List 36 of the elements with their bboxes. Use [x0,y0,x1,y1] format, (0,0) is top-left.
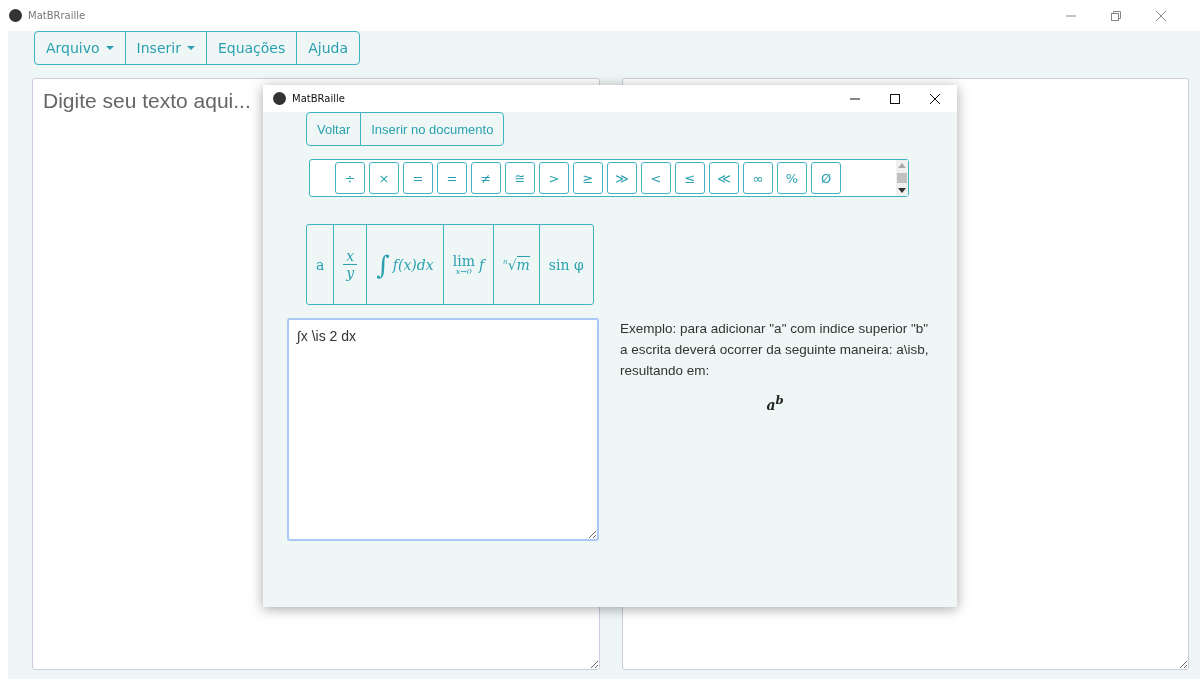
symbol-button[interactable]: ≠ [471,162,501,194]
formula-button[interactable]: sin φ [538,224,594,305]
example-text: Exemplo: para adicionar "a" com indice superior "b" a escrita deverá ocorrer da seguinte maneira: a\isb, resultando em: [620,320,930,380]
formula-button[interactable]: $^{n}$√m [493,224,540,305]
symbol-button[interactable]: < [641,162,671,194]
action-button[interactable]: Voltar [306,112,362,146]
symbol-button[interactable]: ∞ [743,162,773,194]
dialog-title: MatBRaille [292,93,345,104]
formula-button[interactable]: a [306,224,335,305]
maximize-icon[interactable] [889,92,901,105]
menu-button[interactable]: Arquivo [34,31,126,65]
example-result: a$^{b}$ [766,393,784,413]
symbol-button[interactable]: Ø [811,162,841,194]
app-logo-icon [9,9,22,22]
restore-icon[interactable] [1110,9,1122,22]
symbol-button[interactable]: % [777,162,807,194]
formula-button[interactable]: x y [333,224,368,305]
action-button[interactable]: Inserir no documento [360,112,505,146]
close-icon[interactable] [929,92,941,105]
symbol-button[interactable]: ≥ [573,162,603,194]
symbol-button[interactable]: × [369,162,399,194]
symbol-button[interactable]: ≅ [505,162,535,194]
symbol-button[interactable]: ≫ [607,162,637,194]
scrollbar[interactable] [896,160,908,196]
app-logo-icon [273,92,286,105]
symbol-button[interactable]: > [539,162,569,194]
menu-button[interactable]: Equações [205,31,298,65]
symbol-button[interactable]: = [403,162,433,194]
window-title: MatBRraille [28,10,86,21]
equation-input[interactable]: ∫x \is 2 dx [287,318,599,541]
menu-button[interactable]: Ajuda [296,31,361,65]
symbol-button[interactable]: ÷ [335,162,365,194]
symbol-button[interactable]: ≪ [709,162,739,194]
symbol-button[interactable]: ≤ [675,162,705,194]
menu-button[interactable]: Inserir [124,31,207,65]
symbol-button[interactable]: = [437,162,467,194]
